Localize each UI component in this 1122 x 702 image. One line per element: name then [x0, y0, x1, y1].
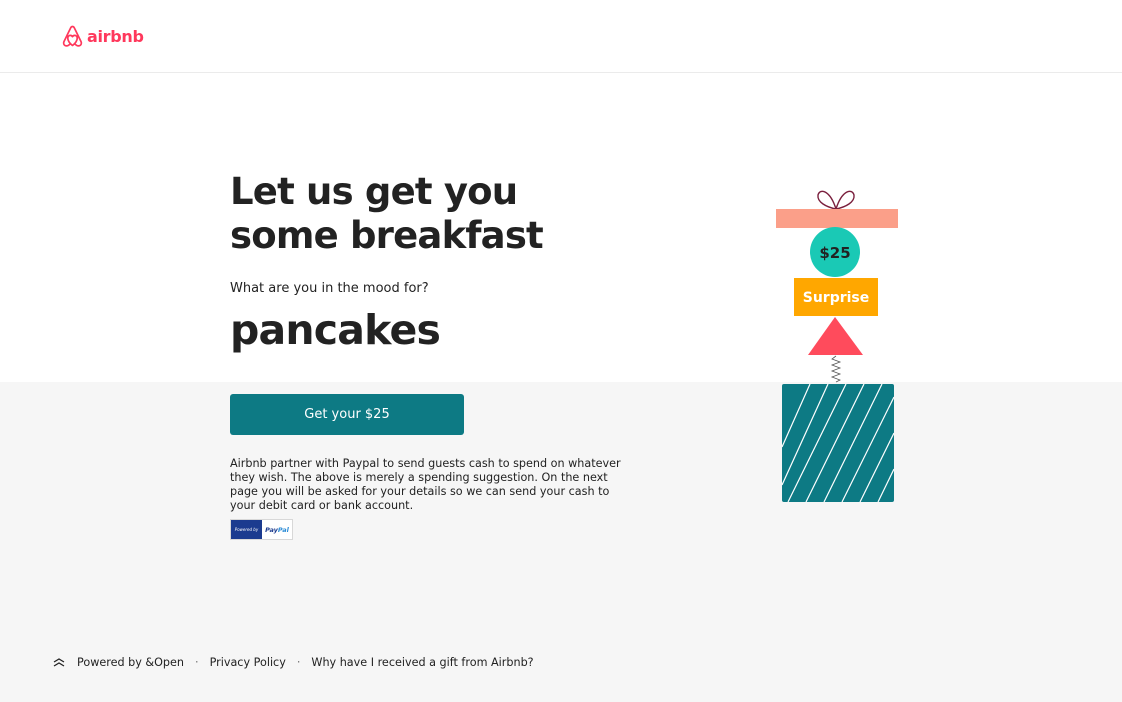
airbnb-logo[interactable]: airbnb	[62, 24, 144, 48]
paypal-logo-pay: Pay	[265, 525, 278, 534]
paypal-logo-pal: Pal	[277, 525, 289, 534]
powered-by-andopen-link[interactable]: Powered by &Open	[77, 656, 184, 669]
get-gift-button[interactable]: Get your $25	[230, 394, 464, 435]
airbnb-logo-icon	[62, 25, 83, 47]
powered-by-label: Powered by	[231, 520, 262, 539]
page-footer: Powered by &Open · Privacy Policy · Why …	[53, 656, 534, 669]
powered-by-paypal-badge: Powered by Pay Pal	[230, 519, 293, 540]
footer-separator: ·	[296, 656, 301, 669]
ribbon-bar	[776, 209, 898, 228]
surprise-label: Surprise	[803, 290, 870, 306]
headline-line-1: Let us get you	[230, 170, 518, 213]
brand-name: airbnb	[87, 26, 144, 46]
page-headline: Let us get you some breakfast	[230, 170, 650, 258]
paypal-logo: Pay Pal	[262, 520, 292, 539]
gift-box	[782, 384, 894, 502]
andopen-icon	[53, 657, 65, 667]
lower-background	[0, 382, 1122, 702]
spring-icon	[830, 355, 842, 383]
triangle-shape	[808, 317, 863, 355]
footer-separator: ·	[195, 656, 199, 669]
headline-line-2: some breakfast	[230, 214, 544, 257]
mood-question: What are you in the mood for?	[230, 281, 429, 296]
top-header: airbnb	[0, 0, 1122, 73]
privacy-policy-link[interactable]: Privacy Policy	[210, 656, 286, 669]
mood-answer: pancakes	[230, 306, 441, 354]
why-gift-link[interactable]: Why have I received a gift from Airbnb?	[311, 656, 533, 669]
paypal-disclaimer: Airbnb partner with Paypal to send guest…	[230, 457, 621, 512]
coin-amount-label: $25	[819, 244, 850, 262]
bow-icon	[817, 190, 855, 210]
gift-illustration: $25 Surprise	[776, 190, 898, 502]
